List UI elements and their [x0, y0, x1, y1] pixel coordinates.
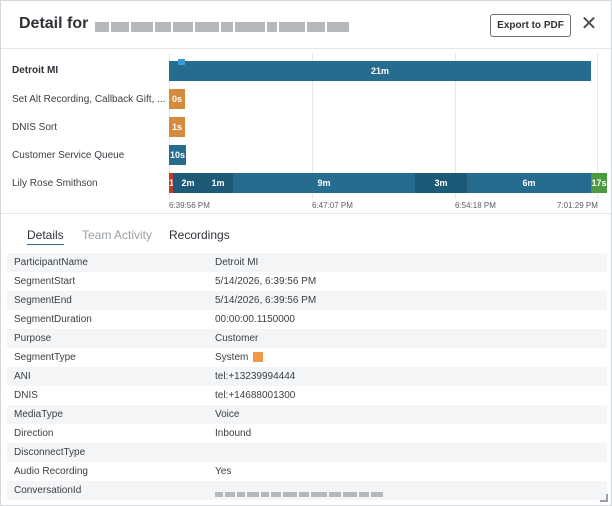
detail-key: ANI — [14, 371, 31, 382]
detail-key: SegmentEnd — [14, 295, 72, 306]
dialog-title-text: Detail for — [19, 15, 89, 32]
timeline-row-label: Set Alt Recording, Callback Gift, ... — [12, 94, 166, 105]
detail-dialog: Detail for Export to PDF ✕ Detroit MI 21… — [0, 0, 612, 506]
timeline-tick-label: 6:47:07 PM — [312, 201, 353, 210]
tab-details[interactable]: Details — [27, 228, 64, 245]
detail-value: Customer — [215, 333, 259, 344]
detail-value: tel:+14688001300 — [215, 390, 296, 401]
redacted-conversation-id — [215, 481, 385, 500]
redacted-name — [94, 19, 351, 32]
timeline-marker — [178, 59, 185, 65]
table-row: SegmentEnd 5/14/2026, 6:39:56 PM — [7, 291, 607, 310]
detail-value: Detroit MI — [215, 257, 259, 268]
timeline-segment-bar[interactable]: 9m — [233, 173, 415, 193]
tab-recordings[interactable]: Recordings — [169, 228, 230, 242]
timeline-tick-label: 6:39:56 PM — [169, 201, 210, 210]
table-row: DNIS tel:+14688001300 — [7, 386, 607, 405]
detail-value: Yes — [215, 466, 232, 477]
timeline-tick-label: 6:54:18 PM — [455, 201, 496, 210]
timeline-segment-bar[interactable]: 10s — [169, 145, 186, 165]
table-row: Audio Recording Yes — [7, 462, 607, 481]
timeline-row-label: Lily Rose Smithson — [12, 178, 98, 189]
table-row: ANI tel:+13239994444 — [7, 367, 607, 386]
detail-key: ParticipantName — [14, 257, 88, 268]
timeline-segment-bar[interactable]: 1s — [169, 117, 185, 137]
detail-key: SegmentType — [14, 352, 76, 363]
table-row: MediaType Voice — [7, 405, 607, 424]
detail-value: Voice — [215, 409, 240, 420]
table-row: SegmentType System — [7, 348, 607, 367]
dialog-title: Detail for — [19, 15, 351, 33]
timeline-divider — [1, 213, 611, 214]
timeline-segment-bar[interactable]: 17s — [591, 173, 607, 193]
detail-key: MediaType — [14, 409, 63, 420]
table-row: ParticipantName Detroit MI — [7, 253, 607, 272]
table-row: DisconnectType — [7, 443, 607, 462]
resize-handle[interactable] — [600, 494, 608, 502]
detail-key: SegmentStart — [14, 276, 76, 287]
detail-value: tel:+13239994444 — [215, 371, 296, 382]
table-row: Direction Inbound — [7, 424, 607, 443]
table-row: SegmentStart 5/14/2026, 6:39:56 PM — [7, 272, 607, 291]
detail-value: System — [215, 352, 249, 363]
detail-value: 5/14/2026, 6:39:56 PM — [215, 276, 317, 287]
detail-key: DNIS — [14, 390, 38, 401]
table-row: Purpose Customer — [7, 329, 607, 348]
timeline-segment-bar[interactable]: 21m — [169, 61, 591, 81]
detail-key: Direction — [14, 428, 54, 439]
table-row: SegmentDuration 00:00:00.1150000 — [7, 310, 607, 329]
tab-team-activity[interactable]: Team Activity — [82, 228, 152, 242]
segment-type-swatch — [253, 352, 264, 363]
timeline-segment-bar[interactable]: 2m — [173, 173, 203, 193]
detail-value: 00:00:00.1150000 — [215, 314, 295, 325]
timeline-segment-bar[interactable]: 0s — [169, 89, 185, 109]
dialog-header: Detail for Export to PDF ✕ — [1, 1, 611, 49]
detail-value-wrap: System — [215, 348, 264, 367]
detail-key: ConversationId — [14, 485, 82, 496]
detail-key: Purpose — [14, 333, 52, 344]
detail-value: Inbound — [215, 428, 252, 439]
table-row: ConversationId — [7, 481, 607, 500]
timeline-row-label: Detroit MI — [12, 65, 59, 76]
timeline-segment-bar[interactable]: 6m — [467, 173, 591, 193]
timeline-row-label: DNIS Sort — [12, 122, 58, 133]
timeline-tick-label: 7:01:29 PM — [557, 201, 598, 210]
details-table: ParticipantName Detroit MI SegmentStart … — [7, 253, 607, 500]
detail-key: Audio Recording — [14, 466, 88, 477]
close-icon[interactable]: ✕ — [579, 13, 599, 35]
segment-timeline: Detroit MI 21m Set Alt Recording, Callba… — [1, 53, 611, 215]
timeline-row-label: Customer Service Queue — [12, 150, 125, 161]
detail-key: DisconnectType — [14, 447, 86, 458]
timeline-segment-bar[interactable]: 1m — [203, 173, 233, 193]
detail-value: 5/14/2026, 6:39:56 PM — [215, 295, 317, 306]
timeline-segment-bar[interactable]: 3m — [415, 173, 467, 193]
detail-key: SegmentDuration — [14, 314, 92, 325]
export-to-pdf-button[interactable]: Export to PDF — [490, 14, 571, 37]
